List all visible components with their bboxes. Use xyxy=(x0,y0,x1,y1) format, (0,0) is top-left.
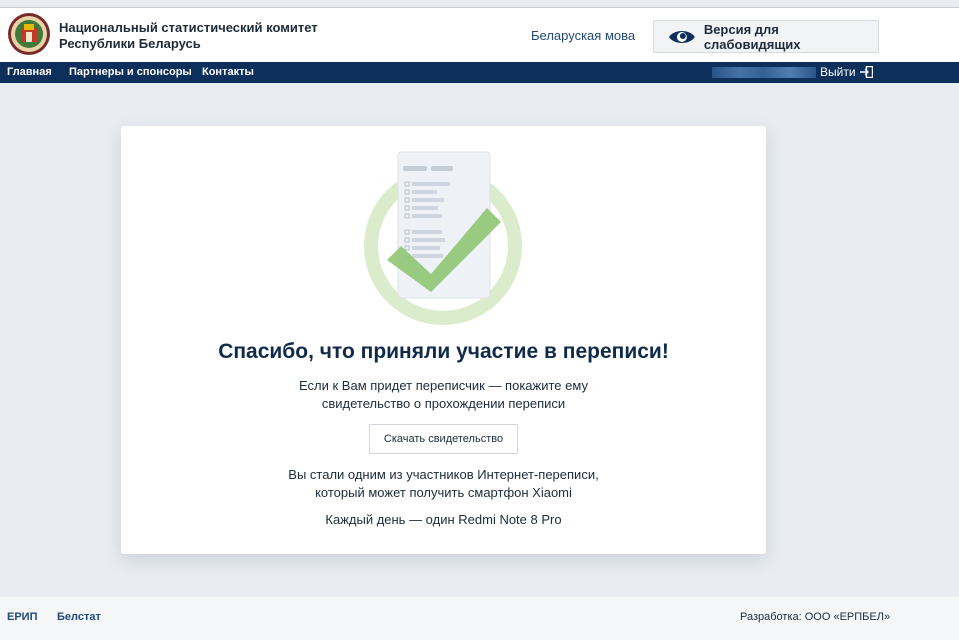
thanks-line-1: Если к Вам придет переписчик — покажите … xyxy=(299,378,588,393)
thanks-message: Если к Вам придет переписчик — покажите … xyxy=(121,377,766,413)
nav-item-contacts[interactable]: Контакты xyxy=(202,66,254,78)
thanks-title: Спасибо, что приняли участие в переписи! xyxy=(218,340,669,363)
low-vision-label: Версия для слабовидящих xyxy=(703,21,801,52)
user-name-blurred xyxy=(712,67,816,78)
footer-link-belstat[interactable]: Белстат xyxy=(57,611,101,623)
eye-icon xyxy=(668,30,695,43)
developer-credit: Разработка: ООО «ЕРПБЕЛ» xyxy=(740,611,891,623)
language-link[interactable]: Беларуская мова xyxy=(531,28,635,43)
prize-line-1: Вы стали одним из участников Интернет-пе… xyxy=(288,467,599,482)
thanks-line-2: свидетельство о прохождении переписи xyxy=(321,396,566,411)
nav-item-home[interactable]: Главная xyxy=(7,66,52,78)
site-header: Национальный статистический комитет Респ… xyxy=(0,8,959,62)
prize-message: Вы стали одним из участников Интернет-пе… xyxy=(121,466,766,502)
footer-link-erip[interactable]: ЕРИП xyxy=(7,611,38,623)
org-line-2: Республики Беларусь xyxy=(59,36,201,51)
site-footer: ЕРИП Белстат Разработка: ООО «ЕРПБЕЛ» xyxy=(0,597,959,640)
top-border xyxy=(0,0,959,8)
nav-item-partners[interactable]: Партнеры и спонсоры xyxy=(69,66,192,78)
census-complete-illustration xyxy=(364,151,522,325)
organization-name[interactable]: Национальный статистический комитет Респ… xyxy=(59,20,318,52)
logout-button[interactable]: Выйти xyxy=(820,65,873,79)
main-navbar: Главная Партнеры и спонсоры Контакты Вый… xyxy=(0,62,959,83)
emblem-icon[interactable] xyxy=(7,12,51,56)
low-vision-button[interactable]: Версия для слабовидящих xyxy=(653,20,879,53)
prize-line-2: который может получить смартфон Xiaomi xyxy=(315,485,572,500)
logout-icon xyxy=(859,66,873,78)
daily-prize-text: Каждый день — один Redmi Note 8 Pro xyxy=(325,512,562,527)
success-card: Спасибо, что приняли участие в переписи!… xyxy=(121,126,766,554)
org-line-1: Национальный статистический комитет xyxy=(59,20,318,35)
download-certificate-button[interactable]: Скачать свидетельство xyxy=(369,424,518,454)
logout-label: Выйти xyxy=(820,65,856,79)
